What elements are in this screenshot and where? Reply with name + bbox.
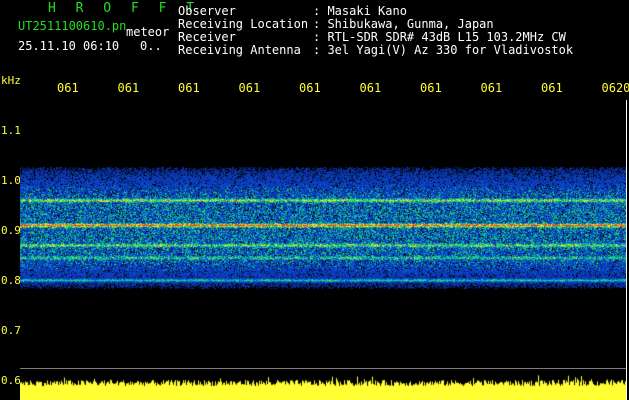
- receiver-value: RTL-SDR SDR# 43dB L15 103.2MHz CW: [327, 30, 566, 44]
- time-tick-label: 061: [359, 81, 382, 95]
- file-name: UT2511100610.pn: [18, 19, 127, 33]
- file-type: meteor: [126, 25, 170, 39]
- y-axis-unit: kHz: [1, 74, 21, 87]
- antenna-value: 3el Yagi(V) Az 330 for Vladivostok: [327, 43, 574, 57]
- receiver-label: Receiver: [178, 30, 236, 44]
- metadata-labels: Observer Receiving Location Receiver Rec…: [178, 5, 308, 57]
- datetime: 25.11.10 06:10: [18, 39, 120, 53]
- spectrogram-window: H R O F F T UT2511100610.pn meteor 25.11…: [0, 0, 629, 400]
- time-tick-label: 0620: [601, 81, 629, 95]
- metadata-values: : Masaki Kano : Shibukawa, Gunma, Japan …: [313, 4, 574, 57]
- time-tick-label: 061: [57, 81, 79, 95]
- frequency-tick-label: 1.0: [1, 174, 21, 187]
- time-tick-label: 061: [178, 81, 200, 95]
- antenna-label: Receiving Antenna: [178, 43, 301, 57]
- frequency-tick-label: 0.7: [1, 324, 21, 337]
- location-value: Shibukawa, Gunma, Japan: [327, 17, 494, 31]
- frequency-tick-label: 0.9: [1, 224, 21, 237]
- frequency-tick-label: 0.6: [1, 374, 21, 387]
- location-label: Receiving Location: [178, 17, 309, 31]
- frequency-tick-label: 0.8: [1, 274, 21, 287]
- spectrogram-canvas: [20, 100, 626, 400]
- time-tick-label: 061: [299, 81, 321, 95]
- observer-value: Masaki Kano: [327, 4, 407, 18]
- observer-label: Observer: [178, 4, 236, 18]
- frequency-tick-label: 1.1: [1, 124, 21, 137]
- time-tick-label: 061: [238, 81, 261, 95]
- time-tick-label: 061: [541, 81, 563, 95]
- time-tick-label: 061: [117, 81, 140, 95]
- time-tick-label: 061: [480, 81, 503, 95]
- plot-right-border: [626, 100, 627, 400]
- status-flag: 0..: [140, 39, 162, 53]
- noise-reference-line: [20, 368, 626, 369]
- time-tick-label: 061: [420, 81, 442, 95]
